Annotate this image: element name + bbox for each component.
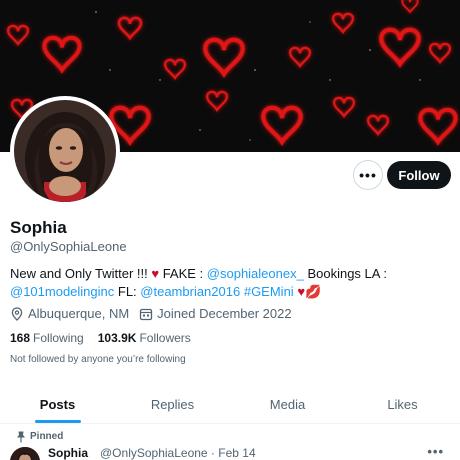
followers-label: Followers: [139, 331, 191, 345]
following-label: Following: [33, 331, 84, 345]
pinned-indicator: Pinned: [17, 431, 64, 443]
tab-posts[interactable]: Posts: [0, 386, 115, 423]
tab-media[interactable]: Media: [230, 386, 345, 423]
following-link[interactable]: 168 Following: [10, 331, 84, 345]
bio-hashtag-link[interactable]: #GEMini: [244, 284, 294, 299]
location-pin-icon: [11, 306, 23, 321]
location-text: Albuquerque, NM: [28, 306, 130, 321]
tab-replies[interactable]: Replies: [115, 386, 230, 423]
bio-mention-link[interactable]: @sophialeonex_: [207, 266, 304, 281]
tweet-more-icon[interactable]: •••: [427, 444, 444, 459]
bio-text: FAKE :: [159, 266, 207, 281]
calendar-icon: [140, 308, 153, 320]
pinned-tweet[interactable]: Sophia @OnlySophiaLeone · Feb 14 •••: [10, 444, 450, 460]
following-count: 168: [10, 331, 31, 345]
avatar-photo: [14, 100, 116, 202]
profile-avatar[interactable]: [10, 96, 120, 206]
follow-button[interactable]: Follow: [387, 161, 451, 189]
followers-count: 103.9K: [97, 331, 137, 345]
kiss-emoji: 💋: [305, 284, 322, 299]
profile-tabs: Posts Replies Media Likes: [0, 386, 460, 424]
profile-meta: Albuquerque, NM Joined December 2022: [10, 306, 292, 321]
profile-name: Sophia: [10, 218, 67, 237]
tweet-author-handle-date[interactable]: @OnlySophiaLeone · Feb 14: [100, 446, 256, 460]
pinned-label: Pinned: [30, 431, 64, 442]
heart-emoji: ♥: [297, 284, 306, 299]
more-options-button[interactable]: •••: [353, 160, 383, 190]
profile-bio: New and Only Twitter !!! ♥ FAKE : @sophi…: [10, 265, 450, 301]
tweet-author-name[interactable]: Sophia: [48, 446, 88, 460]
ellipsis-icon: •••: [359, 167, 377, 183]
follow-stats: 168 Following 103.9K Followers: [10, 331, 191, 345]
bio-text: Bookings LA :: [303, 266, 387, 281]
tab-likes[interactable]: Likes: [345, 386, 460, 423]
bio-mention-link[interactable]: @101modelinginc: [10, 284, 114, 299]
not-followed-note: Not followed by anyone you’re following: [10, 354, 186, 365]
bio-text: FL:: [114, 284, 141, 299]
bio-text: New and Only Twitter !!!: [10, 266, 152, 281]
heart-emoji: ♥: [151, 266, 160, 281]
bio-mention-link[interactable]: @teambrian2016: [140, 284, 240, 299]
profile-handle: @OnlySophiaLeone: [10, 239, 127, 254]
joined-date: Joined December 2022: [157, 306, 292, 321]
followers-link[interactable]: 103.9K Followers: [98, 331, 191, 345]
pin-icon: [17, 431, 25, 443]
